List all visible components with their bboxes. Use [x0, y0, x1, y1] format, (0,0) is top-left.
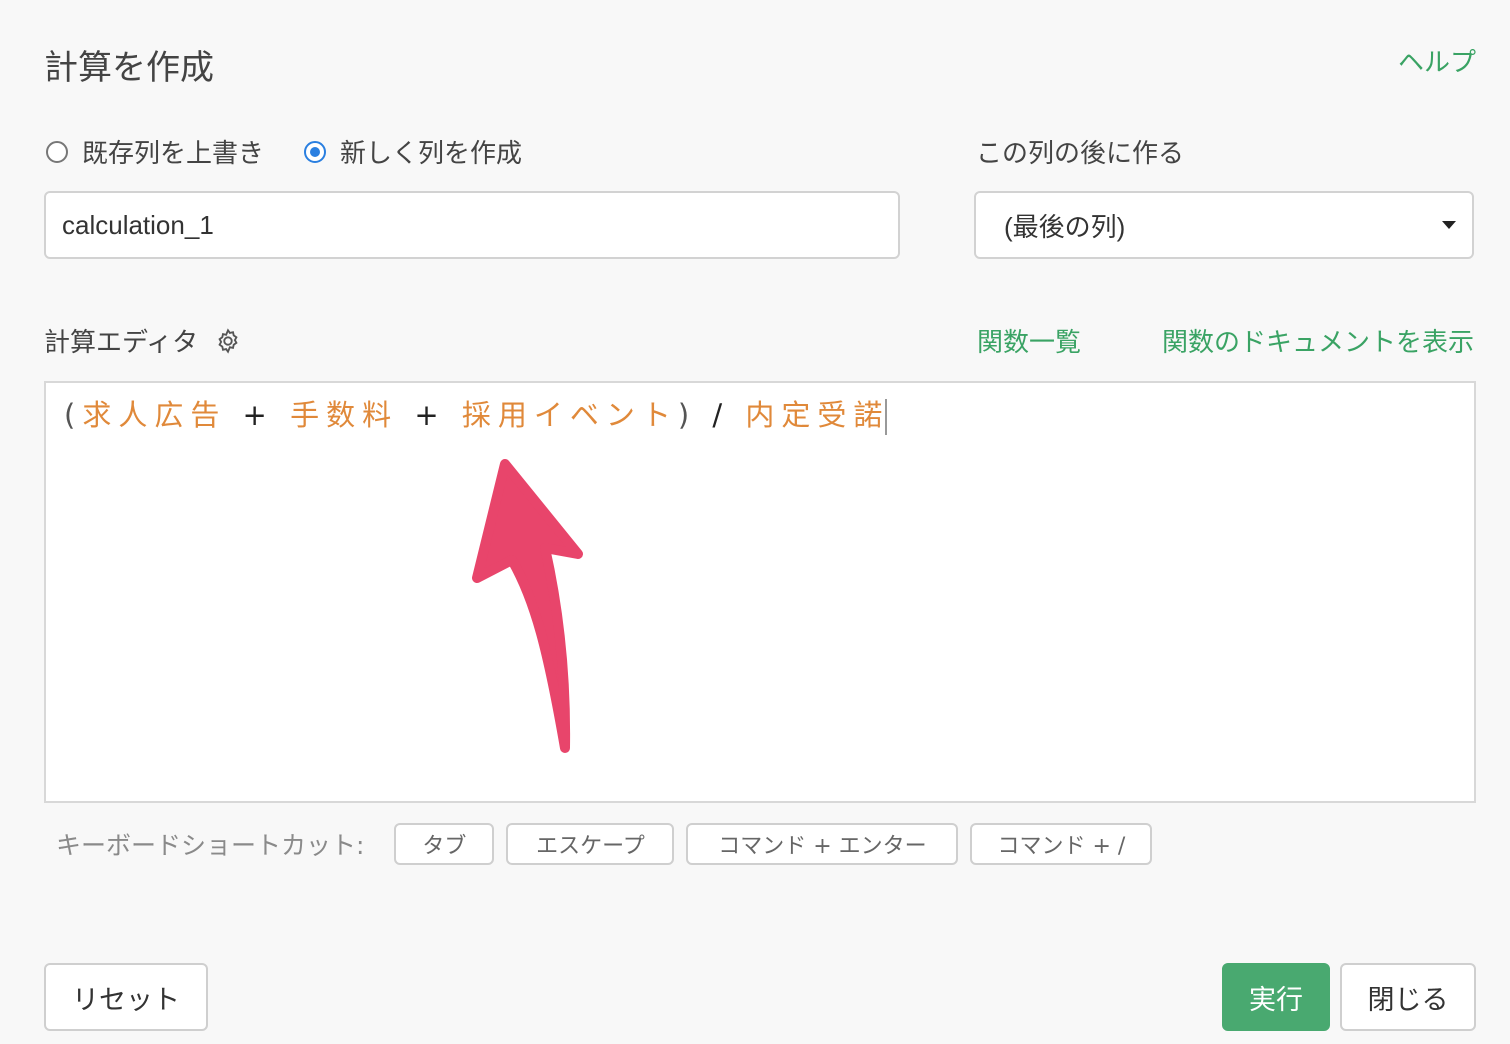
formula-column-token: 求人広告: [82, 398, 227, 432]
formula-column-token: 手数料: [290, 398, 399, 432]
run-button[interactable]: 実行: [1222, 963, 1330, 1031]
shortcut-key-cmd-slash[interactable]: コマンド + /: [970, 823, 1153, 865]
overwrite-column-radio[interactable]: 既存列を上書き: [46, 133, 264, 170]
position-select-value: (最後の列): [1004, 211, 1126, 242]
radio-checked-icon[interactable]: [304, 140, 327, 163]
reset-button[interactable]: リセット: [44, 963, 208, 1031]
close-button[interactable]: 閉じる: [1340, 963, 1476, 1031]
formula-column-token: 採用イベント: [461, 398, 678, 432]
editor-label: 計算エディタ: [44, 328, 199, 358]
column-name-input[interactable]: [44, 191, 900, 259]
shortcuts-label: キーボードショートカット:: [56, 831, 365, 860]
dialog-title: 計算を作成: [44, 48, 214, 88]
formula-operator: +: [226, 398, 291, 432]
mode-radio-group: 既存列を上書き 新しく列を作成: [46, 133, 562, 170]
radio-unchecked-icon[interactable]: [46, 140, 68, 163]
overwrite-column-label: 既存列を上書き: [82, 139, 265, 169]
caret-down-icon: [1442, 221, 1456, 229]
formula-operator: +: [398, 398, 462, 432]
text-cursor: [885, 399, 888, 435]
editor-label-row: 計算エディタ: [44, 322, 242, 359]
shortcut-key-tab[interactable]: タブ: [394, 823, 495, 865]
position-select[interactable]: (最後の列): [974, 191, 1474, 259]
create-column-radio[interactable]: 新しく列を作成: [304, 133, 522, 170]
gear-icon[interactable]: [214, 327, 242, 355]
formula-column-token: 内定受諾: [745, 398, 890, 432]
calculation-editor[interactable]: (求人広告 + 手数料 + 採用イベント) / 内定受諾: [44, 381, 1476, 803]
function-docs-link[interactable]: 関数のドキュメントを表示: [1162, 322, 1474, 359]
function-list-link[interactable]: 関数一覧: [977, 322, 1081, 359]
formula-operator: /: [696, 398, 746, 432]
formula-paren-open: (: [64, 398, 83, 432]
formula-paren-close: ): [677, 398, 697, 432]
keyboard-shortcuts: キーボードショートカット: タブ エスケープ コマンド + エンター コマンド …: [56, 822, 1164, 866]
help-link[interactable]: ヘルプ: [1398, 42, 1476, 79]
create-column-label: 新しく列を作成: [340, 139, 523, 169]
shortcut-key-escape[interactable]: エスケープ: [506, 823, 675, 865]
shortcut-key-cmd-enter[interactable]: コマンド + エンター: [686, 823, 959, 865]
position-label: この列の後に作る: [976, 139, 1185, 169]
formula-text[interactable]: (求人広告 + 手数料 + 採用イベント) / 内定受諾: [64, 393, 890, 437]
